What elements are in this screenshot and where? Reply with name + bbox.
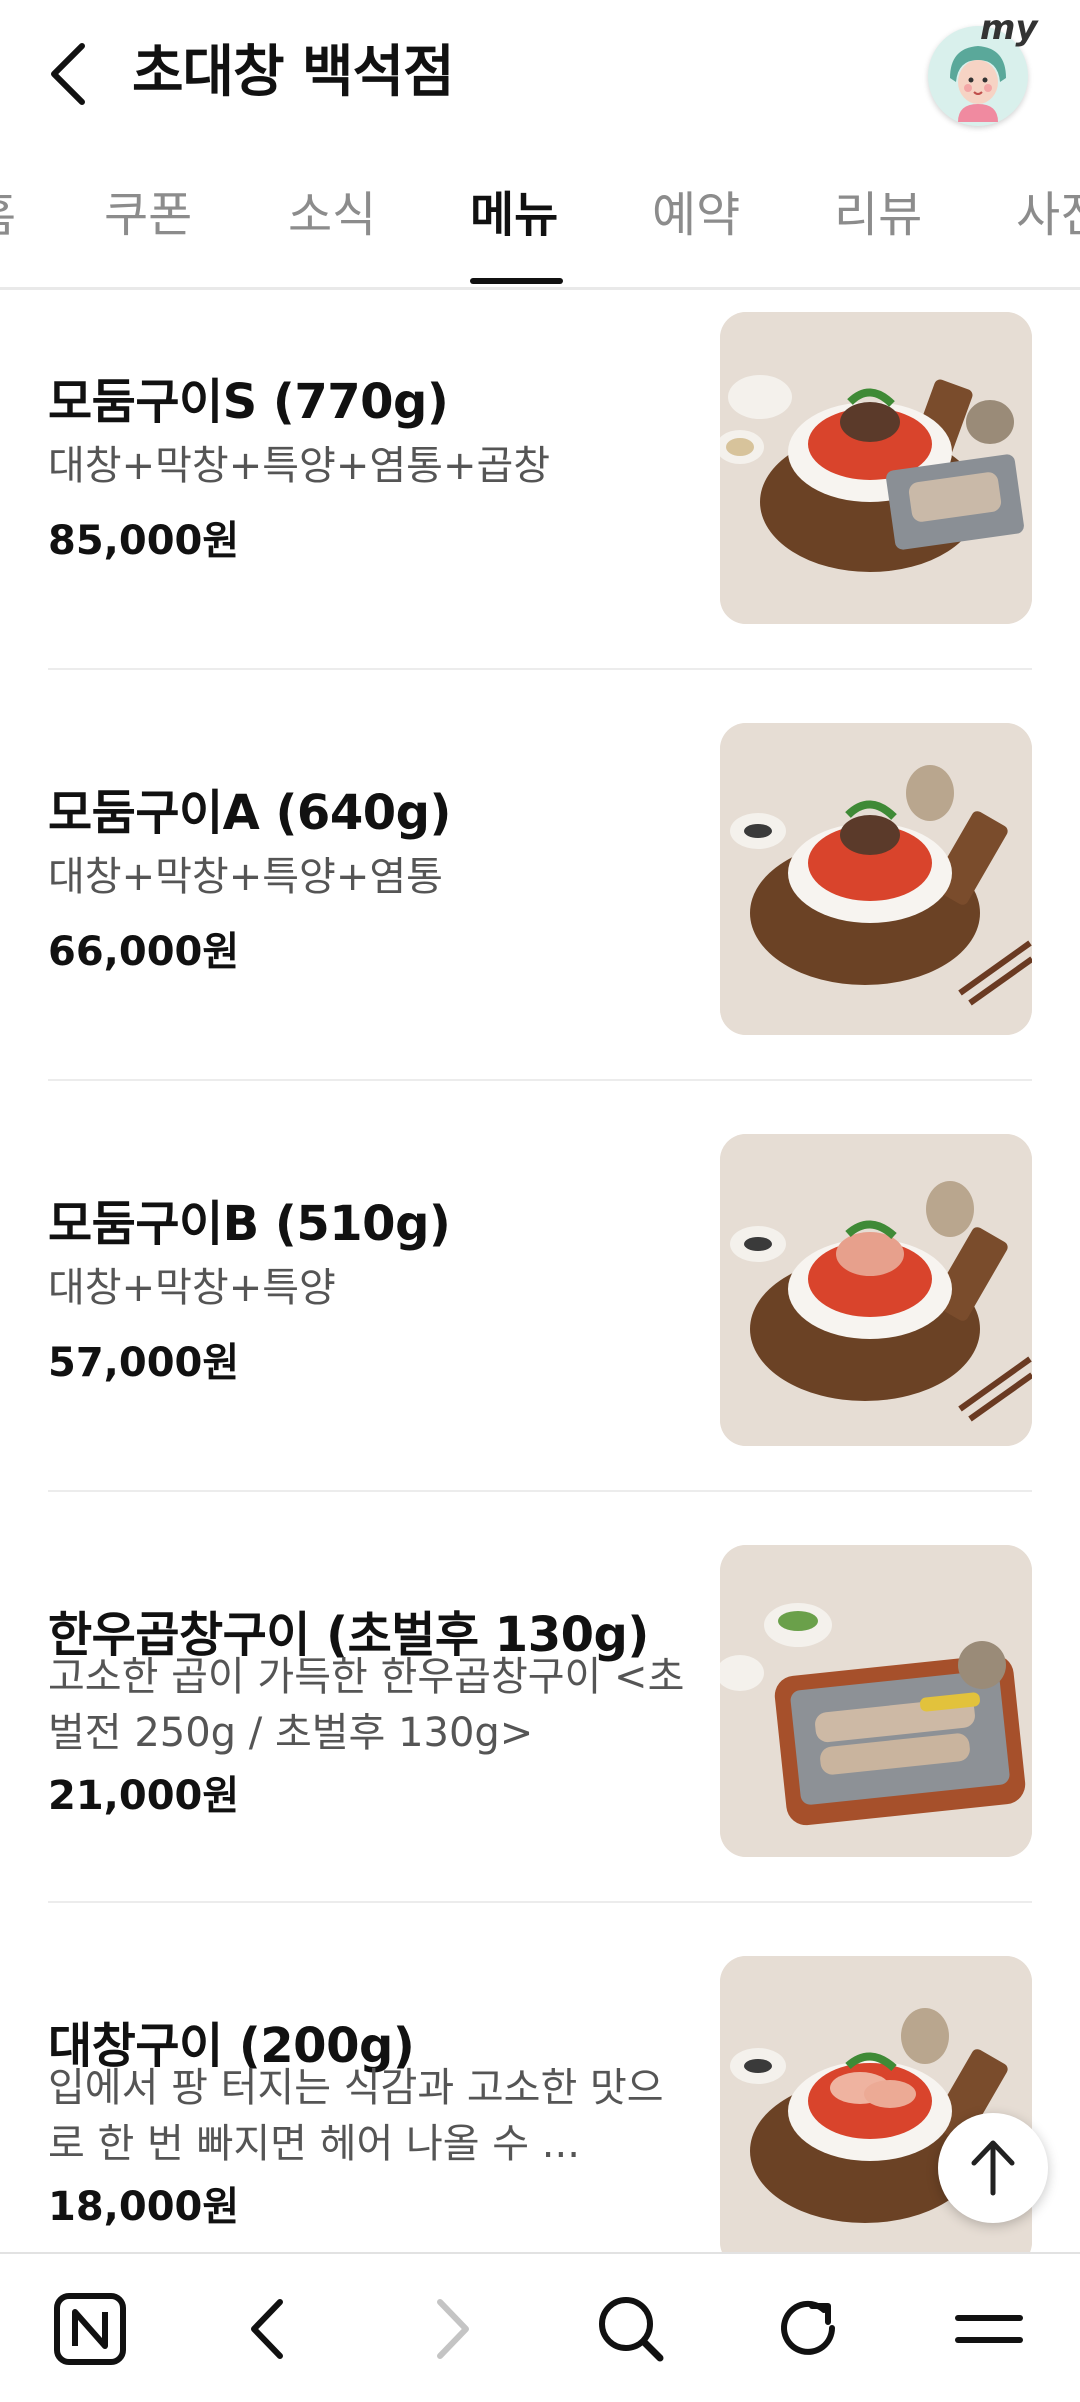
- menu-item-photo: [720, 1545, 1032, 1857]
- divider: [48, 668, 1032, 670]
- menu-item-description: 고소한 곱이 가득한 한우곱창구이 <초벌전 250g / 초벌후 130g>: [48, 1654, 685, 1756]
- menu-item[interactable]: 모둠구이B (510g) 대창+막창+특양 57,000원: [0, 1112, 1080, 1523]
- menu-item[interactable]: 모둠구이S (770g) 대창+막창+특양+염통+곱창 85,000원: [0, 290, 1080, 701]
- menu-item-price: 18,000원: [48, 2184, 240, 2230]
- tab-reservation[interactable]: 예약: [652, 180, 740, 250]
- my-label: my: [980, 8, 1038, 48]
- browser-forward-button[interactable]: [406, 2284, 496, 2374]
- browser-bottom-bar: [0, 2252, 1080, 2402]
- chevron-left-icon: [51, 43, 85, 105]
- menu-item-photo: [720, 1134, 1032, 1446]
- menu-item-description: 대창+막창+특양: [48, 1265, 336, 1311]
- menu-item-price: 21,000원: [48, 1773, 240, 1819]
- menu-item-description: 입에서 팡 터지는 식감과 고소한 맛으로 한 번 빠지면 헤어 나올 수 ..…: [48, 2065, 664, 2167]
- menu-item-photo: [720, 723, 1032, 1035]
- back-button[interactable]: [42, 38, 102, 108]
- active-tab-indicator: [470, 278, 563, 284]
- menu-button[interactable]: [944, 2284, 1034, 2374]
- tab-review[interactable]: 리뷰: [834, 180, 922, 250]
- search-button[interactable]: [586, 2284, 676, 2374]
- menu-item-price: 85,000원: [48, 518, 240, 564]
- tab-menu[interactable]: 메뉴: [470, 180, 558, 250]
- menu-item-description: 대창+막창+특양+염통: [48, 854, 443, 900]
- page-title: 초대창 백석점: [132, 40, 455, 105]
- menu-item-price: 57,000원: [48, 1340, 240, 1386]
- scroll-to-top-button[interactable]: [938, 2113, 1048, 2223]
- tab-home[interactable]: 홈: [0, 180, 16, 250]
- tab-coupon[interactable]: 쿠폰: [104, 180, 192, 250]
- menu-item-name: 모둠구이S (770g): [48, 374, 449, 430]
- tab-news[interactable]: 소식: [288, 180, 376, 250]
- header: 초대창 백석점 my: [0, 0, 1080, 150]
- divider: [48, 1901, 1032, 1903]
- refresh-button[interactable]: [764, 2284, 854, 2374]
- tab-bar: 홈 쿠폰 소식 메뉴 예약 리뷰 사진: [0, 150, 1080, 290]
- refresh-icon: [781, 2300, 835, 2355]
- menu-item-name: 모둠구이A (640g): [48, 785, 451, 841]
- naver-home-button[interactable]: [45, 2284, 135, 2374]
- menu-item-name: 모둠구이B (510g): [48, 1196, 451, 1252]
- forward-icon: [437, 2299, 469, 2359]
- menu-item[interactable]: 한우곱창구이 (초벌후 130g) 고소한 곱이 가득한 한우곱창구이 <초벌전…: [0, 1523, 1080, 1934]
- naver-n-icon: [54, 2293, 126, 2365]
- menu-item-photo: [720, 312, 1032, 624]
- arrow-up-icon: [971, 2140, 1015, 2196]
- tab-photo[interactable]: 사진: [1016, 180, 1080, 250]
- back-icon: [251, 2299, 283, 2359]
- menu-item[interactable]: 모둠구이A (640g) 대창+막창+특양+염통 66,000원: [0, 701, 1080, 1112]
- menu-item-description: 대창+막창+특양+염통+곱창: [48, 443, 551, 489]
- menu-item-price: 66,000원: [48, 929, 240, 975]
- search-icon: [599, 2297, 664, 2362]
- menu-icon: [955, 2315, 1023, 2343]
- divider: [48, 1490, 1032, 1492]
- browser-back-button[interactable]: [224, 2284, 314, 2374]
- divider: [48, 1079, 1032, 1081]
